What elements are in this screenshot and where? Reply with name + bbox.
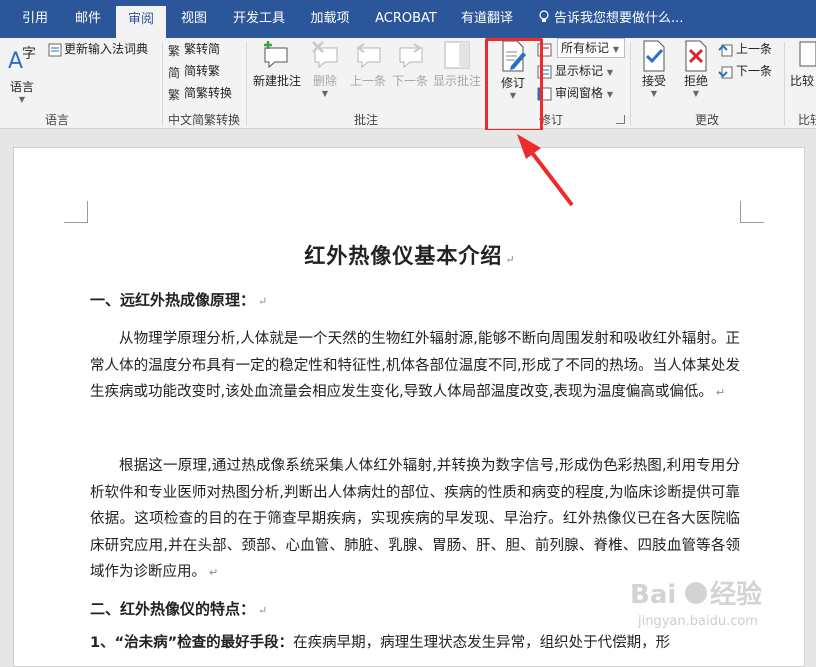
prev-change-button[interactable]: 上一条	[718, 38, 772, 60]
tab-addins[interactable]: 加载项	[302, 0, 358, 38]
document-title: 红外热像仪基本介绍 ↵	[304, 243, 516, 268]
language-button[interactable]: A 字 语言 ▼	[4, 38, 40, 104]
tab-view[interactable]: 视图	[172, 0, 216, 38]
markup-dropdown[interactable]: 所有标记 ▼	[557, 38, 625, 58]
delete-comment-icon	[312, 41, 338, 69]
paragraph-mark: ↵	[258, 604, 268, 617]
svg-text:经验: 经验	[710, 579, 762, 610]
lightbulb-icon	[539, 10, 549, 22]
show-comments-icon	[444, 41, 470, 69]
paragraph-mark: ↵	[505, 253, 516, 266]
compare-button[interactable]: 比较	[790, 38, 816, 89]
baidu-jingyan-watermark: Bai 经验 jingyan.baidu.com	[628, 575, 808, 645]
chevron-down-icon: ▼	[18, 95, 26, 104]
paragraph-mark: ↵	[209, 566, 219, 579]
paragraph-2: 根据这一原理,通过热成像系统采集人体红外辐射,并转换为数字信号,形成伪色彩热图,…	[90, 458, 740, 580]
reject-button[interactable]: 拒绝 ▼	[676, 38, 716, 98]
chinese-conversion-button[interactable]: 繁简繁转换	[168, 82, 232, 104]
chevron-down-icon: ▼	[650, 89, 658, 98]
prev-comment-button[interactable]: 上一条	[346, 38, 390, 89]
delete-comment-button[interactable]: 删除 ▼	[306, 38, 344, 98]
show-markup-button[interactable]: 显示标记 ▼	[537, 60, 613, 82]
tab-developer[interactable]: 开发工具	[226, 0, 292, 38]
svg-text:字: 字	[22, 46, 36, 62]
next-comment-button[interactable]: 下一条	[390, 38, 430, 89]
crop-mark-top-right	[740, 201, 764, 223]
chevron-down-icon: ▼	[321, 89, 329, 98]
paragraph-1: 从物理学原理分析,人体就是一个天然的生物红外辐射源,能够不断向周围发射和吸收红外…	[90, 331, 740, 400]
accept-button[interactable]: 接受 ▼	[634, 38, 674, 98]
tell-me-box[interactable]: 告诉我您想要做什么...	[538, 0, 683, 38]
language-label: 语言	[9, 80, 34, 94]
tell-me-text: 告诉我您想要做什么...	[554, 11, 684, 26]
chevron-down-icon: ▼	[692, 89, 700, 98]
svg-text:繁: 繁	[168, 87, 180, 101]
conversion-icon: 繁	[168, 87, 180, 102]
next-comment-icon	[399, 43, 423, 69]
prev-change-icon	[718, 44, 733, 56]
update-ime-dict-button[interactable]: 更新输入法词典	[48, 38, 148, 60]
ribbon-tab-bar: 引用 邮件 审阅 视图 开发工具 加载项 ACROBAT 有道翻译 告诉我您想要…	[0, 0, 816, 38]
svg-text:jingyan.baidu.com: jingyan.baidu.com	[637, 614, 758, 629]
group-label-changes: 更改	[694, 113, 719, 127]
new-comment-icon	[264, 41, 288, 69]
annotation-highlight-box	[485, 38, 543, 132]
svg-text:A: A	[8, 49, 23, 74]
simp-to-trad-button[interactable]: 简简转繁	[168, 60, 220, 82]
crop-mark-top-left	[64, 201, 88, 223]
dialog-launcher-icon[interactable]	[616, 115, 625, 124]
tab-youdao[interactable]: 有道翻译	[454, 0, 520, 38]
language-icon: A 字	[8, 46, 36, 74]
heading-1: 一、远红外热成像原理： ↵	[90, 291, 268, 309]
tab-review[interactable]: 审阅	[116, 6, 166, 38]
baidu-logo: Bai 经验 jingyan.baidu.com	[630, 579, 762, 629]
prev-comment-icon	[356, 43, 381, 69]
next-change-icon	[718, 66, 733, 78]
trad-to-simp-button[interactable]: 繁繁转简	[168, 38, 220, 60]
heading-2: 二、红外热像仪的特点： ↵	[90, 600, 268, 618]
group-label-comments: 批注	[353, 113, 378, 127]
new-comment-button[interactable]: 新建批注	[250, 38, 304, 89]
tab-mailings[interactable]: 邮件	[66, 0, 110, 38]
paragraph-3-bold: 1、“治未病”检查的最好手段：	[90, 635, 294, 651]
group-label-language: 语言	[44, 113, 69, 127]
svg-text:简: 简	[168, 66, 180, 79]
group-separator	[784, 42, 785, 126]
ribbon: A 字 语言 ▼ 更新输入法词典 语言 繁繁转简 简简转繁 繁简繁转换 中文简繁…	[0, 38, 816, 129]
group-label-compare: 比较	[798, 113, 816, 127]
paragraph-mark: ↵	[258, 295, 268, 308]
show-comments-button[interactable]: 显示批注	[430, 38, 484, 89]
group-label-chinese: 中文简繁转换	[167, 113, 240, 127]
reject-icon	[685, 40, 707, 72]
reviewing-pane-button[interactable]: 审阅窗格 ▼	[537, 82, 613, 104]
compare-icon	[799, 41, 816, 67]
simp-to-trad-icon: 简	[168, 66, 180, 80]
chevron-down-icon: ▼	[606, 68, 613, 77]
document-area: 红外热像仪基本介绍 ↵ 一、远红外热成像原理： ↵ 从物理学原理分析,人体就是一个天…	[0, 130, 816, 667]
dictionary-icon	[48, 43, 62, 56]
paragraph-mark: ↵	[715, 386, 726, 399]
next-change-button[interactable]: 下一条	[718, 60, 772, 82]
chevron-down-icon: ▼	[606, 90, 613, 99]
accept-icon	[643, 40, 665, 72]
svg-text:Bai: Bai	[630, 580, 676, 610]
trad-to-simp-icon: 繁	[168, 43, 180, 58]
svg-text:繁: 繁	[168, 43, 180, 57]
chevron-down-icon: ▼	[612, 45, 619, 54]
tab-acrobat[interactable]: ACROBAT	[368, 0, 444, 38]
tab-references[interactable]: 引用	[14, 0, 56, 38]
